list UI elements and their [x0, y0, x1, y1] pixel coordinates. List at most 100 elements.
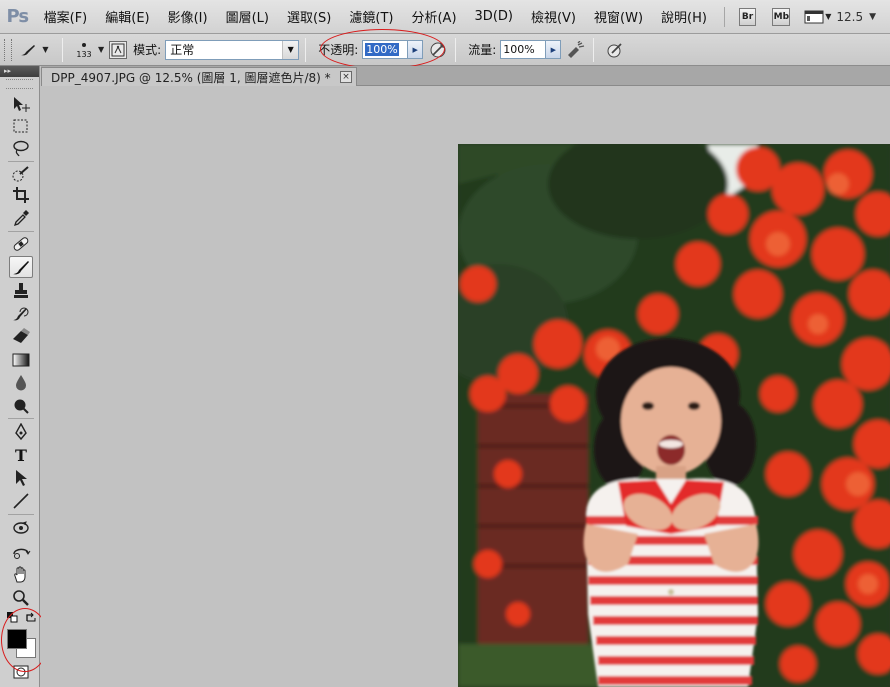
opacity-input[interactable]: 100% [362, 40, 409, 59]
bandage-icon [13, 237, 29, 251]
toolbox-divider [8, 161, 34, 162]
eyedropper-tool[interactable] [9, 207, 33, 229]
zoom-chevron-down-icon[interactable]: ▼ [869, 12, 876, 22]
close-icon[interactable]: × [340, 71, 352, 83]
zoom-level[interactable]: 12.5 [836, 10, 863, 24]
menu-window[interactable]: 視窗(W) [585, 7, 652, 26]
3d-orbit-icon [13, 548, 31, 559]
menu-layer[interactable]: 圖層(L) [217, 7, 278, 26]
opacity-label: 不透明: [318, 43, 359, 57]
swap-arrow-icon [26, 612, 36, 622]
opacity-pressure-toggle[interactable] [427, 39, 449, 61]
chevron-down-icon: ▼ [42, 45, 49, 54]
document-tab-title: DPP_4907.JPG @ 12.5% (圖層 1, 圖層遮色片/8) * [51, 70, 331, 85]
lasso-tool[interactable] [9, 137, 33, 159]
pen-tool[interactable] [9, 421, 33, 443]
brush-size-picker[interactable]: 133 [71, 41, 97, 59]
brush-panel-icon [111, 43, 125, 56]
history-brush-icon [13, 307, 29, 321]
toolbox-divider [8, 418, 34, 419]
dodge-tool[interactable] [9, 395, 33, 417]
3d-rotate-icon [13, 521, 29, 534]
flow-input[interactable]: 100% [500, 40, 547, 59]
menu-bar: Ps 檔案(F) 編輯(E) 影像(I) 圖層(L) 選取(S) 濾鏡(T) 分… [0, 0, 890, 34]
type-icon: T [15, 445, 27, 465]
move-icon [14, 97, 30, 112]
brush-size-chevron-icon[interactable]: ▼ [98, 45, 104, 54]
pressure-size-icon [607, 42, 622, 57]
gradient-tool[interactable] [9, 349, 33, 371]
brush-icon [13, 261, 29, 275]
eraser-icon [13, 328, 30, 343]
tablet-pressure-size-toggle[interactable] [604, 39, 626, 61]
toolbox-divider [8, 514, 34, 515]
document-photo[interactable] [458, 144, 890, 687]
options-divider [62, 37, 63, 62]
blend-mode-value: 正常 [170, 43, 195, 57]
bridge-button[interactable]: Br [738, 7, 757, 26]
menu-view[interactable]: 檢視(V) [522, 7, 585, 26]
menu-select[interactable]: 選取(S) [278, 7, 340, 26]
hand-tool[interactable] [9, 564, 33, 586]
pressure-opacity-icon [430, 42, 446, 57]
screen-mode-icon [804, 10, 824, 23]
tool-preset-picker[interactable]: ▼ [16, 37, 56, 63]
menu-file[interactable]: 檔案(F) [35, 7, 97, 26]
canvas-area[interactable] [41, 87, 890, 687]
menu-image[interactable]: 影像(I) [159, 7, 217, 26]
foreground-color-swatch[interactable] [7, 629, 27, 649]
screen-mode-button[interactable]: ▼ [804, 9, 836, 25]
options-divider [593, 37, 595, 62]
brush-tip-icon [82, 42, 86, 47]
clone-stamp-tool[interactable] [9, 280, 33, 302]
hand-icon [14, 566, 26, 583]
arrow-icon [16, 470, 27, 486]
mode-label: 模式: [133, 43, 162, 57]
lasso-icon [13, 140, 29, 157]
flow-label: 流量: [468, 43, 497, 57]
options-grip[interactable] [4, 38, 12, 61]
mini-bridge-button[interactable]: Mb [772, 7, 791, 26]
path-select-tool[interactable] [9, 467, 33, 489]
airbrush-toggle[interactable] [565, 39, 587, 61]
healing-brush-tool[interactable] [9, 233, 33, 255]
tools-panel: ▸▸ T [0, 66, 40, 687]
menu-3d[interactable]: 3D(D) [466, 9, 522, 24]
toolbox-divider [8, 231, 34, 232]
flow-slider-button[interactable]: ▶ [546, 40, 562, 59]
blend-mode-select[interactable]: 正常 ▼ [165, 39, 300, 60]
zoom-tool[interactable] [9, 587, 33, 609]
brush-tool[interactable] [9, 256, 33, 278]
document-tab[interactable]: DPP_4907.JPG @ 12.5% (圖層 1, 圖層遮色片/8) * × [41, 67, 357, 86]
toolbox-grip[interactable] [6, 79, 33, 89]
chevron-down-icon: ▼ [282, 40, 299, 59]
quick-select-tool[interactable] [9, 163, 33, 185]
drop-icon [16, 375, 26, 391]
menu-filter[interactable]: 濾鏡(T) [340, 7, 402, 26]
brush-panel-toggle[interactable] [109, 40, 128, 59]
crop-tool[interactable] [9, 184, 33, 206]
3d-orbit-tool[interactable] [9, 541, 33, 563]
line-tool[interactable] [9, 490, 33, 512]
options-divider [305, 37, 307, 62]
photoshop-logo: Ps [6, 6, 30, 27]
menu-help[interactable]: 說明(H) [652, 7, 716, 26]
3d-rotate-tool[interactable] [9, 517, 33, 539]
opacity-value: 100% [365, 43, 399, 56]
line-icon [13, 493, 29, 509]
marquee-tool[interactable] [9, 115, 33, 137]
menu-analysis[interactable]: 分析(A) [402, 7, 465, 26]
history-brush-tool[interactable] [9, 302, 33, 324]
magnifier-icon [13, 590, 29, 606]
opacity-slider-button[interactable]: ▶ [408, 40, 424, 59]
default-colors-button[interactable] [5, 610, 19, 624]
menu-edit[interactable]: 編輯(E) [96, 7, 158, 26]
move-tool[interactable] [9, 93, 33, 115]
quick-mask-button[interactable] [12, 664, 30, 680]
menu-divider [723, 6, 725, 27]
eraser-tool[interactable] [9, 324, 33, 346]
toolbox-collapse-icon[interactable]: ▸▸ [0, 66, 39, 77]
type-tool[interactable]: T [9, 444, 33, 466]
blur-tool[interactable] [9, 372, 33, 394]
swap-colors-button[interactable] [24, 610, 38, 624]
